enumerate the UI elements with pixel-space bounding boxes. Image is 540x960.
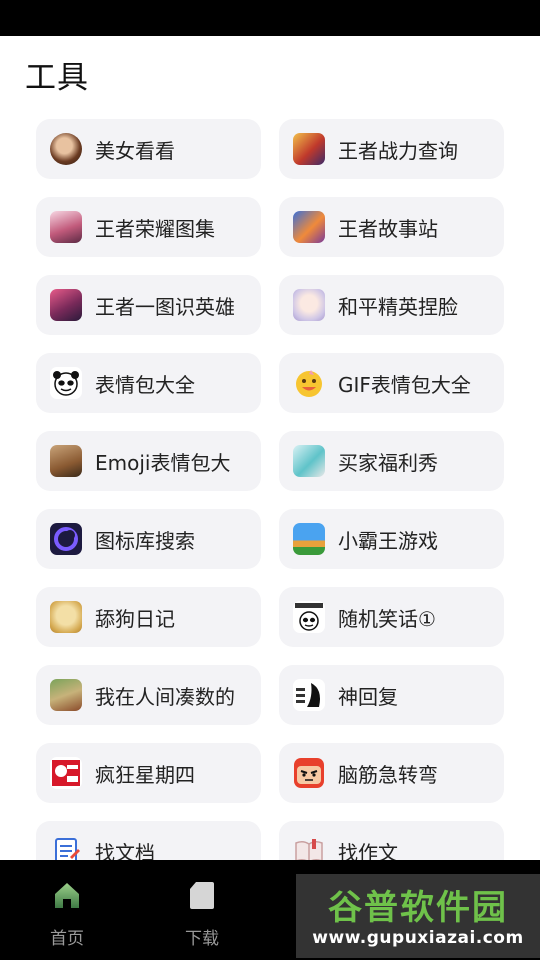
tool-grid: 美女看看 王者战力查询 王者荣耀图集 王者故事站 王者一图识英雄 和平精英捏脸 … (36, 119, 504, 860)
tool-tile[interactable]: 疯狂星期四 (36, 743, 261, 803)
tool-tile[interactable]: 王者荣耀图集 (36, 197, 261, 257)
tool-tile[interactable]: 和平精英捏脸 (279, 275, 504, 335)
emoji-cat-icon (50, 445, 82, 477)
tool-tile[interactable]: 王者故事站 (279, 197, 504, 257)
buyer-show-icon (293, 445, 325, 477)
watermark-url: www.gupuxiazai.com (312, 928, 524, 948)
hero-portrait-icon (293, 133, 325, 165)
tool-label: GIF表情包大全 (338, 372, 471, 397)
essay-book-icon (293, 835, 325, 860)
portrait-icon (50, 133, 82, 165)
tool-label: 舔狗日记 (95, 606, 175, 631)
tool-label: 美女看看 (95, 138, 175, 163)
tool-label: 脑筋急转弯 (338, 762, 438, 787)
face-edit-icon (293, 289, 325, 321)
joke-panda-icon (293, 601, 325, 633)
kfc-icon (50, 757, 82, 789)
tool-label: 王者战力查询 (338, 138, 458, 163)
tool-tile[interactable]: 王者战力查询 (279, 119, 504, 179)
watermark-logo: 谷普软件园 www.gupuxiazai.com (296, 874, 540, 958)
tool-label: 疯狂星期四 (95, 762, 195, 787)
icon-search-icon (50, 523, 82, 555)
tool-tile[interactable]: 买家福利秀 (279, 431, 504, 491)
tool-label: 图标库搜索 (95, 528, 195, 553)
tool-tile[interactable]: 脑筋急转弯 (279, 743, 504, 803)
tool-label: 表情包大全 (95, 372, 195, 397)
tool-tile[interactable]: Emoji表情包大 (36, 431, 261, 491)
tool-label: 王者故事站 (338, 216, 438, 241)
tool-label: 我在人间凑数的 (95, 684, 235, 709)
tab-home-label: 首页 (50, 929, 84, 949)
tool-tile[interactable]: 王者一图识英雄 (36, 275, 261, 335)
home-icon (55, 883, 79, 908)
brain-teaser-icon (293, 757, 325, 789)
tool-tile[interactable]: 小霸王游戏 (279, 509, 504, 569)
tab-download[interactable]: 下载 (162, 880, 242, 949)
tool-tile[interactable]: GIF表情包大全 (279, 353, 504, 413)
tool-tile[interactable]: 我在人间凑数的 (36, 665, 261, 725)
tool-label: 随机笑话① (338, 606, 436, 631)
tool-tile[interactable]: 舔狗日记 (36, 587, 261, 647)
tab-home[interactable]: 首页 (27, 880, 107, 949)
tool-label: 小霸王游戏 (338, 528, 438, 553)
gallery-icon (50, 211, 82, 243)
tool-label: Emoji表情包大 (95, 450, 231, 475)
retro-game-icon (293, 523, 325, 555)
tool-label: 找文档 (95, 840, 155, 861)
status-bar (0, 0, 540, 36)
tool-label: 王者一图识英雄 (95, 294, 235, 319)
tab-download-label: 下载 (185, 929, 219, 949)
watermark-name: 谷普软件园 (328, 888, 508, 928)
tool-label: 找作文 (338, 840, 398, 861)
tool-tile[interactable]: 表情包大全 (36, 353, 261, 413)
reply-meme-icon (293, 679, 325, 711)
page-title: 工具 (25, 60, 89, 96)
gif-emoji-icon (293, 367, 325, 399)
document-icon (50, 835, 82, 860)
tool-tile[interactable]: 图标库搜索 (36, 509, 261, 569)
panda-meme-icon (50, 367, 82, 399)
hero-quiz-icon (50, 289, 82, 321)
tool-tile[interactable]: 神回复 (279, 665, 504, 725)
tool-tile[interactable]: 找文档 (36, 821, 261, 860)
landscape-icon (50, 679, 82, 711)
tool-label: 买家福利秀 (338, 450, 438, 475)
tool-label: 神回复 (338, 684, 398, 709)
tool-tile[interactable]: 找作文 (279, 821, 504, 860)
tool-tile[interactable]: 美女看看 (36, 119, 261, 179)
download-folder-icon (190, 882, 214, 909)
tool-label: 王者荣耀图集 (95, 216, 215, 241)
doge-icon (50, 601, 82, 633)
story-icon (293, 211, 325, 243)
tool-label: 和平精英捏脸 (338, 294, 458, 319)
tool-tile[interactable]: 随机笑话① (279, 587, 504, 647)
